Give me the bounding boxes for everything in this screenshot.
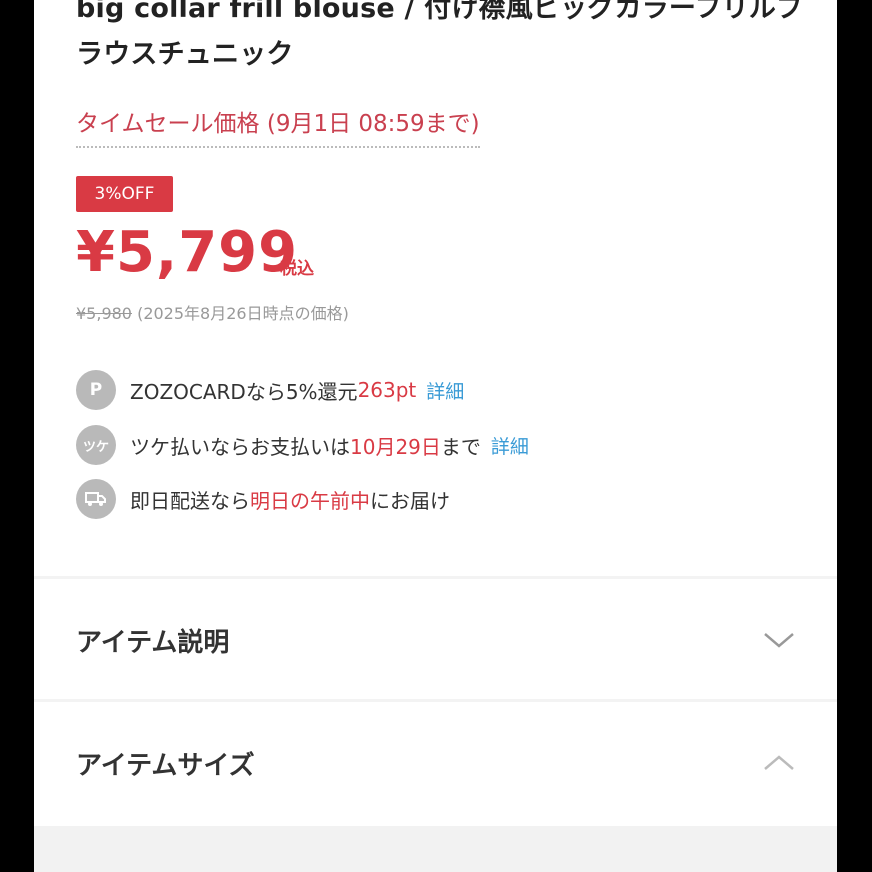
perk-zozocard: P ZOZOCARDなら5%還元 263pt 詳細 <box>76 370 464 410</box>
perk-text-after: にお届け <box>370 488 450 513</box>
perk-text-after: まで <box>440 434 481 459</box>
tsuke-payment-icon: ツケ <box>76 425 116 465</box>
perk-text: ツケ払いならお支払いは <box>130 434 350 459</box>
chevron-down-icon <box>764 633 794 648</box>
discount-badge: 3%OFF <box>76 176 173 212</box>
divider <box>34 699 837 702</box>
perk-text: 即日配送なら <box>130 488 250 513</box>
accordion-item-description[interactable]: アイテム説明 <box>76 620 796 660</box>
accordion-item-size[interactable]: アイテムサイズ <box>76 743 796 783</box>
sale-price: ¥5,799 <box>76 220 299 285</box>
perk-same-day-delivery: 即日配送なら 明日の午前中 にお届け <box>76 479 450 519</box>
perk-highlight: 明日の午前中 <box>250 488 370 513</box>
perk-detail-link[interactable]: 詳細 <box>491 432 529 459</box>
perk-highlight: 263pt <box>357 378 417 402</box>
product-title: big collar frill blouse / 付け襟風ビッグカラーフリルブ… <box>76 0 804 70</box>
chevron-up-icon <box>764 755 794 770</box>
perk-tsuke-payment: ツケ ツケ払いならお支払いは 10月29日 まで 詳細 <box>76 425 529 465</box>
delivery-truck-icon <box>76 479 116 519</box>
points-icon: P <box>76 370 116 410</box>
original-price-row: ¥5,980 (2025年8月26日時点の価格) <box>76 300 349 324</box>
original-price-note: (2025年8月26日時点の価格) <box>137 304 349 323</box>
perk-highlight: 10月29日 <box>350 434 441 459</box>
perk-text: ZOZOCARDなら5%還元 <box>130 379 358 404</box>
perk-detail-link[interactable]: 詳細 <box>426 377 464 404</box>
tax-included-label: 税込 <box>280 259 314 279</box>
divider <box>34 576 837 579</box>
time-sale-label[interactable]: タイムセール価格 (9月1日 08:59まで) <box>76 104 480 148</box>
original-price: ¥5,980 <box>76 304 132 323</box>
product-detail-page: big collar frill blouse / 付け襟風ビッグカラーフリルブ… <box>34 0 837 872</box>
bottom-panel <box>34 826 837 872</box>
accordion-label: アイテムサイズ <box>76 750 255 781</box>
accordion-label: アイテム説明 <box>76 627 230 658</box>
